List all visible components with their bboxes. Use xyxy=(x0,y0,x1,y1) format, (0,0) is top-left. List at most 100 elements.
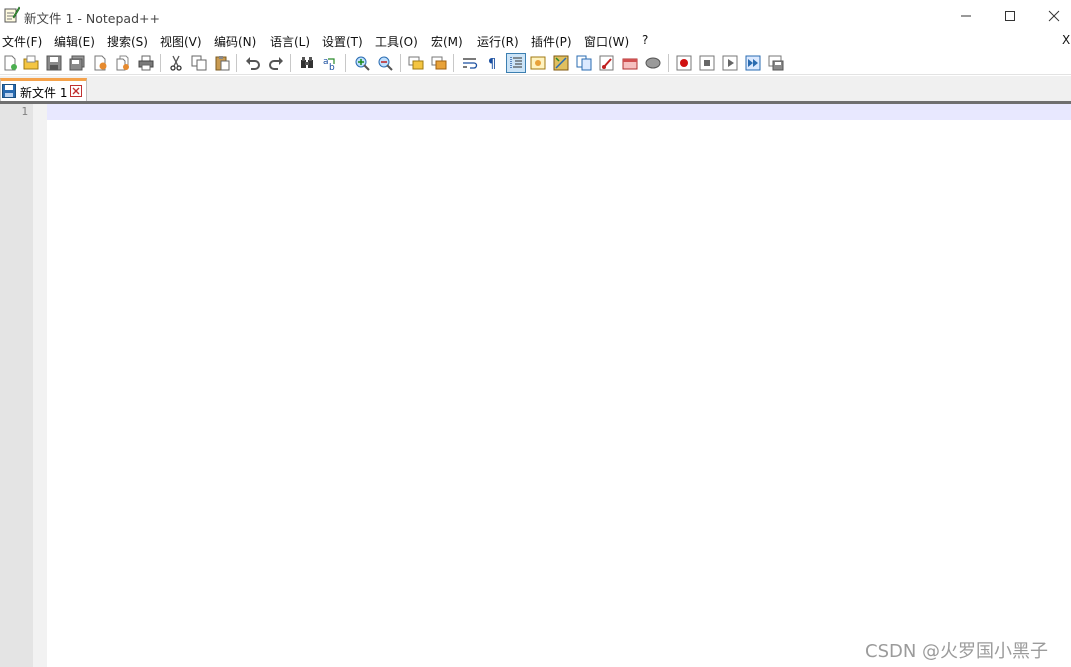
menu-settings[interactable]: 设置(T) xyxy=(322,33,363,50)
menu-help[interactable]: ? xyxy=(642,33,648,47)
menu-search[interactable]: 搜索(S) xyxy=(107,33,148,50)
undo-button[interactable] xyxy=(243,53,263,73)
menu-edit[interactable]: 编辑(E) xyxy=(54,33,95,50)
save-all-icon xyxy=(69,55,85,71)
editor-area[interactable]: 1 xyxy=(0,104,1071,667)
find-button[interactable] xyxy=(297,53,317,73)
record-macro-button[interactable] xyxy=(674,53,694,73)
play-macro-button[interactable] xyxy=(720,53,740,73)
toolbar-separator xyxy=(160,54,161,72)
menu-language[interactable]: 语言(L) xyxy=(270,33,310,50)
minimize-button[interactable] xyxy=(943,0,989,31)
record-macro-icon xyxy=(676,55,692,71)
line-number: 1 xyxy=(21,105,28,118)
save-icon xyxy=(46,55,62,71)
function-list-icon xyxy=(576,55,592,71)
indent-guide-button[interactable] xyxy=(506,53,526,73)
menu-macro[interactable]: 宏(M) xyxy=(431,33,463,50)
maximize-button[interactable] xyxy=(987,0,1033,31)
zoom-out-button[interactable] xyxy=(375,53,395,73)
print-button[interactable] xyxy=(136,53,156,73)
close-all-button[interactable] xyxy=(113,53,133,73)
folder-workspace-button[interactable] xyxy=(597,53,617,73)
replace-button[interactable]: ab xyxy=(320,53,340,73)
user-language-button[interactable] xyxy=(528,53,548,73)
monitoring-icon xyxy=(622,58,638,70)
open-file-button[interactable] xyxy=(21,53,41,73)
replace-icon: ab xyxy=(323,57,335,71)
toolbar-separator xyxy=(236,54,237,72)
show-all-characters-button[interactable]: ¶ xyxy=(482,53,502,73)
close-all-icon xyxy=(116,55,129,71)
line-number-gutter: 1 xyxy=(0,104,33,667)
sync-vertical-icon xyxy=(408,56,424,70)
zoom-in-button[interactable] xyxy=(352,53,372,73)
print-icon xyxy=(138,55,154,71)
function-list-button[interactable] xyxy=(574,53,594,73)
paste-icon xyxy=(215,56,230,71)
copy-icon xyxy=(191,55,207,71)
clipboard-history-button[interactable] xyxy=(643,53,663,73)
tab-new-file-1[interactable]: 新文件 1 xyxy=(0,78,87,102)
title-bar: 新文件 1 - Notepad++ xyxy=(0,0,1071,31)
menu-window[interactable]: 窗口(W) xyxy=(584,33,629,50)
document-map-button[interactable] xyxy=(551,53,571,73)
close-document-button[interactable]: X xyxy=(1062,33,1070,47)
svg-text:a: a xyxy=(323,57,329,67)
window-title: 新文件 1 - Notepad++ xyxy=(24,11,160,26)
current-line-highlight[interactable] xyxy=(47,104,1071,120)
word-wrap-icon xyxy=(463,58,478,69)
sync-horizontal-button[interactable] xyxy=(429,53,449,73)
tab-label: 新文件 1 xyxy=(20,86,68,100)
toolbar-separator xyxy=(345,54,346,72)
maximize-icon xyxy=(1005,10,1015,21)
monitoring-button[interactable] xyxy=(620,53,640,73)
minimize-icon xyxy=(961,15,971,16)
menu-encoding[interactable]: 编码(N) xyxy=(214,33,256,50)
run-macro-multiple-icon xyxy=(745,55,761,71)
sync-horizontal-icon xyxy=(431,56,447,70)
indent-guide-icon xyxy=(510,57,522,69)
close-window-button[interactable] xyxy=(1031,0,1071,31)
word-wrap-button[interactable] xyxy=(460,53,480,73)
save-all-button[interactable] xyxy=(67,53,87,73)
fold-margin[interactable] xyxy=(33,104,47,667)
close-file-button[interactable] xyxy=(90,53,110,73)
notepad-plus-plus-icon xyxy=(4,6,20,23)
sync-vertical-button[interactable] xyxy=(406,53,426,73)
redo-button[interactable] xyxy=(266,53,286,73)
folder-workspace-icon xyxy=(599,55,614,71)
redo-icon xyxy=(269,57,283,70)
run-macro-multiple-button[interactable] xyxy=(743,53,763,73)
menu-run[interactable]: 运行(R) xyxy=(477,33,519,50)
svg-text:¶: ¶ xyxy=(488,57,496,71)
svg-text:b: b xyxy=(329,63,335,71)
save-macro-icon xyxy=(768,55,784,71)
toolbar-separator xyxy=(290,54,291,72)
new-file-icon xyxy=(4,55,17,71)
menu-bar: 文件(F) 编辑(E) 搜索(S) 视图(V) 编码(N) 语言(L) 设置(T… xyxy=(0,31,1071,50)
find-icon xyxy=(301,57,313,68)
toolbar: ab ¶ xyxy=(0,50,1071,75)
menu-tools[interactable]: 工具(O) xyxy=(375,33,418,50)
paste-button[interactable] xyxy=(212,53,232,73)
stop-macro-button[interactable] xyxy=(697,53,717,73)
cut-icon xyxy=(170,55,182,71)
menu-plugins[interactable]: 插件(P) xyxy=(531,33,572,50)
clipboard-history-icon xyxy=(645,57,661,69)
save-button[interactable] xyxy=(44,53,64,73)
play-macro-icon xyxy=(722,55,738,71)
new-file-button[interactable] xyxy=(0,53,20,73)
text-editor[interactable] xyxy=(47,120,1071,667)
tab-close-icon[interactable] xyxy=(70,85,82,97)
menu-file[interactable]: 文件(F) xyxy=(2,33,42,50)
copy-button[interactable] xyxy=(189,53,209,73)
show-all-characters-icon: ¶ xyxy=(488,57,496,71)
cut-button[interactable] xyxy=(166,53,186,73)
menu-view[interactable]: 视图(V) xyxy=(160,33,202,50)
toolbar-separator xyxy=(453,54,454,72)
tab-bar: 新文件 1 xyxy=(0,76,1071,102)
zoom-in-icon xyxy=(355,56,370,71)
save-macro-button[interactable] xyxy=(766,53,786,73)
toolbar-separator xyxy=(400,54,401,72)
